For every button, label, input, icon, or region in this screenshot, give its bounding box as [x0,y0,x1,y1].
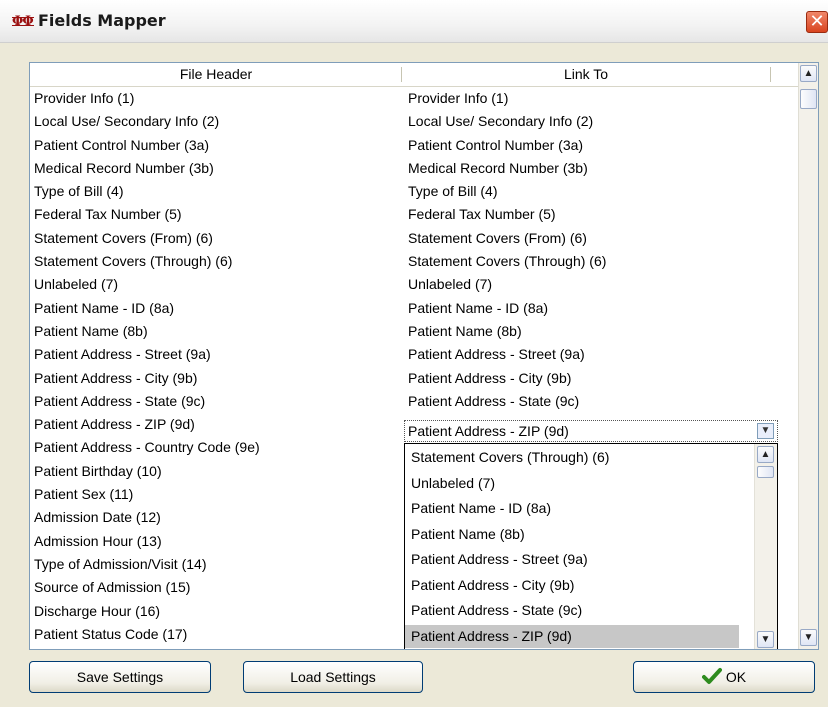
mapping-grid[interactable]: File Header Link To Provider Info (1) Pro… [29,62,819,650]
scroll-up-icon[interactable]: ▲ [757,446,774,463]
dropdown-option[interactable]: Patient Address - State (9c) [405,599,739,622]
link-to-cell[interactable]: Type of Bill (4) [408,180,497,203]
chevron-down-icon[interactable]: ▼ [757,423,774,439]
dropdown-option[interactable]: Statement Covers (Through) (6) [405,446,739,469]
file-header-cell: Patient Sex (11) [34,486,134,503]
file-header-cell: Unlabeled (7) [34,276,119,293]
close-button[interactable]: ✕ [806,11,828,33]
dropdown-option[interactable]: Patient Address - ZIP (9d) [405,624,739,648]
file-header-cell: Patient Status Code (17) [34,625,188,642]
column-header-link-to[interactable]: Link To [402,66,770,82]
ok-button[interactable]: OK [633,661,815,693]
file-header-cell: Patient Name - ID (8a) [34,299,175,316]
ok-label: OK [725,669,747,685]
table-row[interactable]: Medical Record Number (3b) Medical Record… [30,157,798,180]
link-to-cell[interactable]: Local Use/ Secondary Info (2) [408,110,593,133]
file-header-cell: Statement Covers (From) (6) [34,229,213,246]
file-header-cell: Patient Address - Country Code (9e) [34,439,260,456]
file-header-cell: Patient Address - Street (9a) [34,346,211,363]
file-header-cell: Type of Bill (4) [34,183,124,200]
file-header-cell: Patient Name (8b) [34,322,148,339]
file-header-cell: Federal Tax Number (5) [34,206,182,223]
link-to-combobox[interactable]: Patient Address - ZIP (9d) ▼ [404,420,778,442]
close-icon: ✕ [809,11,825,32]
file-header-cell: Patient Birthday (10) [34,462,162,479]
table-row[interactable]: Provider Info (1) Provider Info (1) [30,87,798,110]
file-header-cell: Patient Address - ZIP (9d) [34,416,195,433]
file-header-cell: Statement Covers (Through) (6) [34,253,233,270]
save-settings-button[interactable]: Save Settings [29,661,211,693]
file-header-cell: Patient Control Number (3a) [34,136,210,153]
file-header-cell: Medical Record Number (3b) [34,159,214,176]
table-row[interactable]: Federal Tax Number (5) Federal Tax Number… [30,203,798,226]
file-header-cell: Type of Admission/Visit (14) [34,555,207,572]
link-to-cell[interactable]: Patient Control Number (3a) [408,134,583,157]
scroll-up-icon[interactable]: ▲ [800,65,817,82]
window-title: Fields Mapper [38,11,166,30]
dropdown-option[interactable]: Unlabeled (7) [405,472,739,495]
table-row[interactable]: Patient Control Number (3a) Patient Contr… [30,134,798,157]
link-to-cell[interactable]: Patient Address - City (9b) [408,367,571,390]
link-to-cell[interactable]: Provider Info (1) [408,87,508,110]
table-row[interactable]: Patient Name - ID (8a) Patient Name - ID … [30,297,798,320]
dropdown-option[interactable]: Patient Address - Street (9a) [405,548,739,571]
table-row[interactable]: Patient Name (8b) Patient Name (8b) [30,320,798,343]
title-bar[interactable]: ΦΦ Fields Mapper ✕ [0,0,828,43]
dropdown-option[interactable]: Patient Address - City (9b) [405,574,739,597]
table-row[interactable]: Patient Address - State (9c) Patient Addr… [30,390,798,413]
link-to-cell[interactable]: Patient Name (8b) [408,320,522,343]
combobox-value: Patient Address - ZIP (9d) [408,423,569,439]
dropdown-option[interactable]: Patient Name (8b) [405,523,739,546]
dropdown-option[interactable]: Patient Name - ID (8a) [405,497,739,520]
table-row[interactable]: Unlabeled (7) Unlabeled (7) [30,273,798,296]
link-to-dropdown-list[interactable]: Statement Covers (Through) (6) Unlabeled … [404,443,778,649]
file-header-cell: Admission Date (12) [34,509,161,526]
column-divider[interactable] [770,67,771,82]
grid-scroll-thumb[interactable] [800,89,817,109]
table-row[interactable]: Statement Covers (From) (6) Statement Cov… [30,227,798,250]
grid-scrollbar[interactable]: ▲ ▼ [798,63,818,649]
link-to-cell[interactable]: Statement Covers (From) (6) [408,227,587,250]
link-to-cell[interactable]: Patient Address - Street (9a) [408,343,585,366]
table-row[interactable]: Patient Address - Street (9a) Patient Add… [30,343,798,366]
file-header-cell: Admission Hour (13) [34,532,162,549]
scroll-down-icon[interactable]: ▼ [757,631,774,648]
fields-mapper-window: ΦΦ Fields Mapper ✕ File Header Link To P… [0,0,828,707]
link-to-cell[interactable]: Medical Record Number (3b) [408,157,588,180]
link-to-cell[interactable]: Patient Address - State (9c) [408,390,579,413]
check-icon [701,668,722,685]
file-header-cell: Discharge Hour (16) [34,602,161,619]
link-to-cell[interactable]: Unlabeled (7) [408,273,492,296]
load-settings-button[interactable]: Load Settings [243,661,423,693]
file-header-cell: Local Use/ Secondary Info (2) [34,113,220,130]
dropdown-scroll-thumb[interactable] [757,466,774,478]
table-row[interactable]: Patient Address - City (9b) Patient Addre… [30,367,798,390]
table-row[interactable]: Type of Bill (4) Type of Bill (4) [30,180,798,203]
dropdown-scrollbar[interactable]: ▲ ▼ [754,444,777,649]
table-row[interactable]: Local Use/ Secondary Info (2) Local Use/ … [30,110,798,133]
scroll-down-icon[interactable]: ▼ [800,629,817,646]
column-header-file-header[interactable]: File Header [30,66,402,82]
grid-header: File Header Link To [30,63,798,87]
link-to-cell[interactable]: Statement Covers (Through) (6) [408,250,606,273]
app-logo: ΦΦ [12,14,34,29]
file-header-cell: Patient Address - City (9b) [34,369,198,386]
file-header-cell: Patient Address - State (9c) [34,392,206,409]
file-header-cell: Source of Admission (15) [34,579,191,596]
link-to-cell[interactable]: Patient Name - ID (8a) [408,297,548,320]
table-row[interactable]: Statement Covers (Through) (6) Statement … [30,250,798,273]
file-header-cell: Provider Info (1) [34,90,135,106]
link-to-cell[interactable]: Federal Tax Number (5) [408,203,556,226]
